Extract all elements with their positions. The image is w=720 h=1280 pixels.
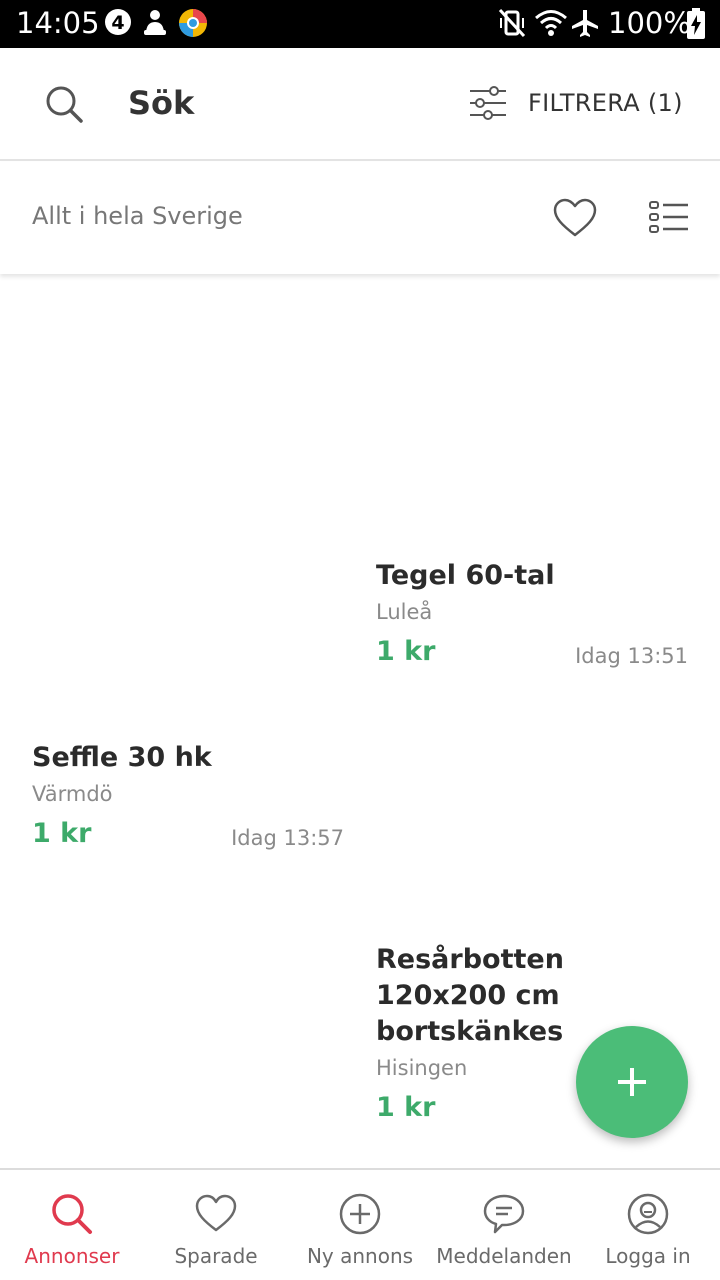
nav-item-logga-in[interactable]: Logga in	[576, 1170, 720, 1280]
battery-percent: 100%	[608, 6, 691, 40]
listing-title: Seffle 30 hk	[32, 742, 212, 773]
sliders-icon	[468, 86, 508, 124]
listing-item[interactable]: Tegel 60-tal Luleå 1 kr Idag 13:51	[376, 558, 688, 676]
nav-label: Logga in	[605, 1244, 691, 1268]
listing-time: Idag 13:57	[231, 826, 344, 850]
search-title[interactable]: Sök	[128, 84, 194, 122]
nav-item-sparade[interactable]: Sparade	[144, 1170, 288, 1280]
listing-time: Idag 13:51	[575, 644, 688, 668]
status-time: 14:05	[16, 6, 100, 40]
nav-item-meddelanden[interactable]: Meddelanden	[432, 1170, 576, 1280]
nav-label: Ny annons	[306, 1244, 414, 1268]
battery-charging-icon	[686, 8, 706, 44]
plus-circle-icon	[338, 1192, 382, 1236]
vibrate-icon	[498, 8, 526, 42]
nav-item-ny-annons[interactable]: Ny annons	[288, 1170, 432, 1280]
user-icon	[626, 1192, 670, 1236]
listing-price: 1 kr	[32, 818, 92, 849]
search-icon[interactable]	[44, 84, 84, 128]
wifi-icon	[534, 8, 568, 42]
listing-title: Tegel 60-tal	[376, 560, 555, 591]
listing-location: Värmdö	[32, 782, 113, 806]
nav-label: Sparade	[174, 1244, 258, 1268]
status-bar: 14:05 4 100%	[0, 0, 720, 48]
save-search-heart-icon[interactable]	[552, 198, 598, 242]
list-view-icon[interactable]	[648, 200, 690, 238]
chat-bubble-icon	[482, 1192, 526, 1236]
location-selector[interactable]: Allt i hela Sverige	[32, 202, 243, 230]
filter-label: FILTRERA (1)	[528, 89, 683, 117]
search-header: Sök FILTRERA (1)	[0, 48, 720, 161]
airplane-icon	[570, 8, 600, 42]
bottom-nav: Annonser Sparade Ny annons Meddelanden L…	[0, 1168, 720, 1280]
svg-text:4: 4	[111, 12, 124, 34]
listing-location: Luleå	[376, 600, 433, 624]
nav-label: Annonser	[24, 1244, 120, 1268]
location-bar: Allt i hela Sverige	[0, 162, 720, 274]
nav-label: Meddelanden	[436, 1244, 572, 1268]
new-listing-fab[interactable]	[576, 1026, 688, 1138]
person-icon	[142, 8, 168, 42]
filter-button[interactable]: FILTRERA (1)	[466, 84, 696, 124]
listing-price: 1 kr	[376, 636, 436, 667]
heart-icon	[194, 1192, 238, 1236]
chrome-app-icon	[178, 8, 208, 42]
nav-item-annonser[interactable]: Annonser	[0, 1170, 144, 1280]
search-icon	[50, 1192, 94, 1236]
listing-price: 1 kr	[376, 1092, 436, 1123]
listing-item[interactable]: Seffle 30 hk Värmdö 1 kr Idag 13:57	[32, 740, 344, 858]
number-4-icon: 4	[104, 8, 132, 40]
